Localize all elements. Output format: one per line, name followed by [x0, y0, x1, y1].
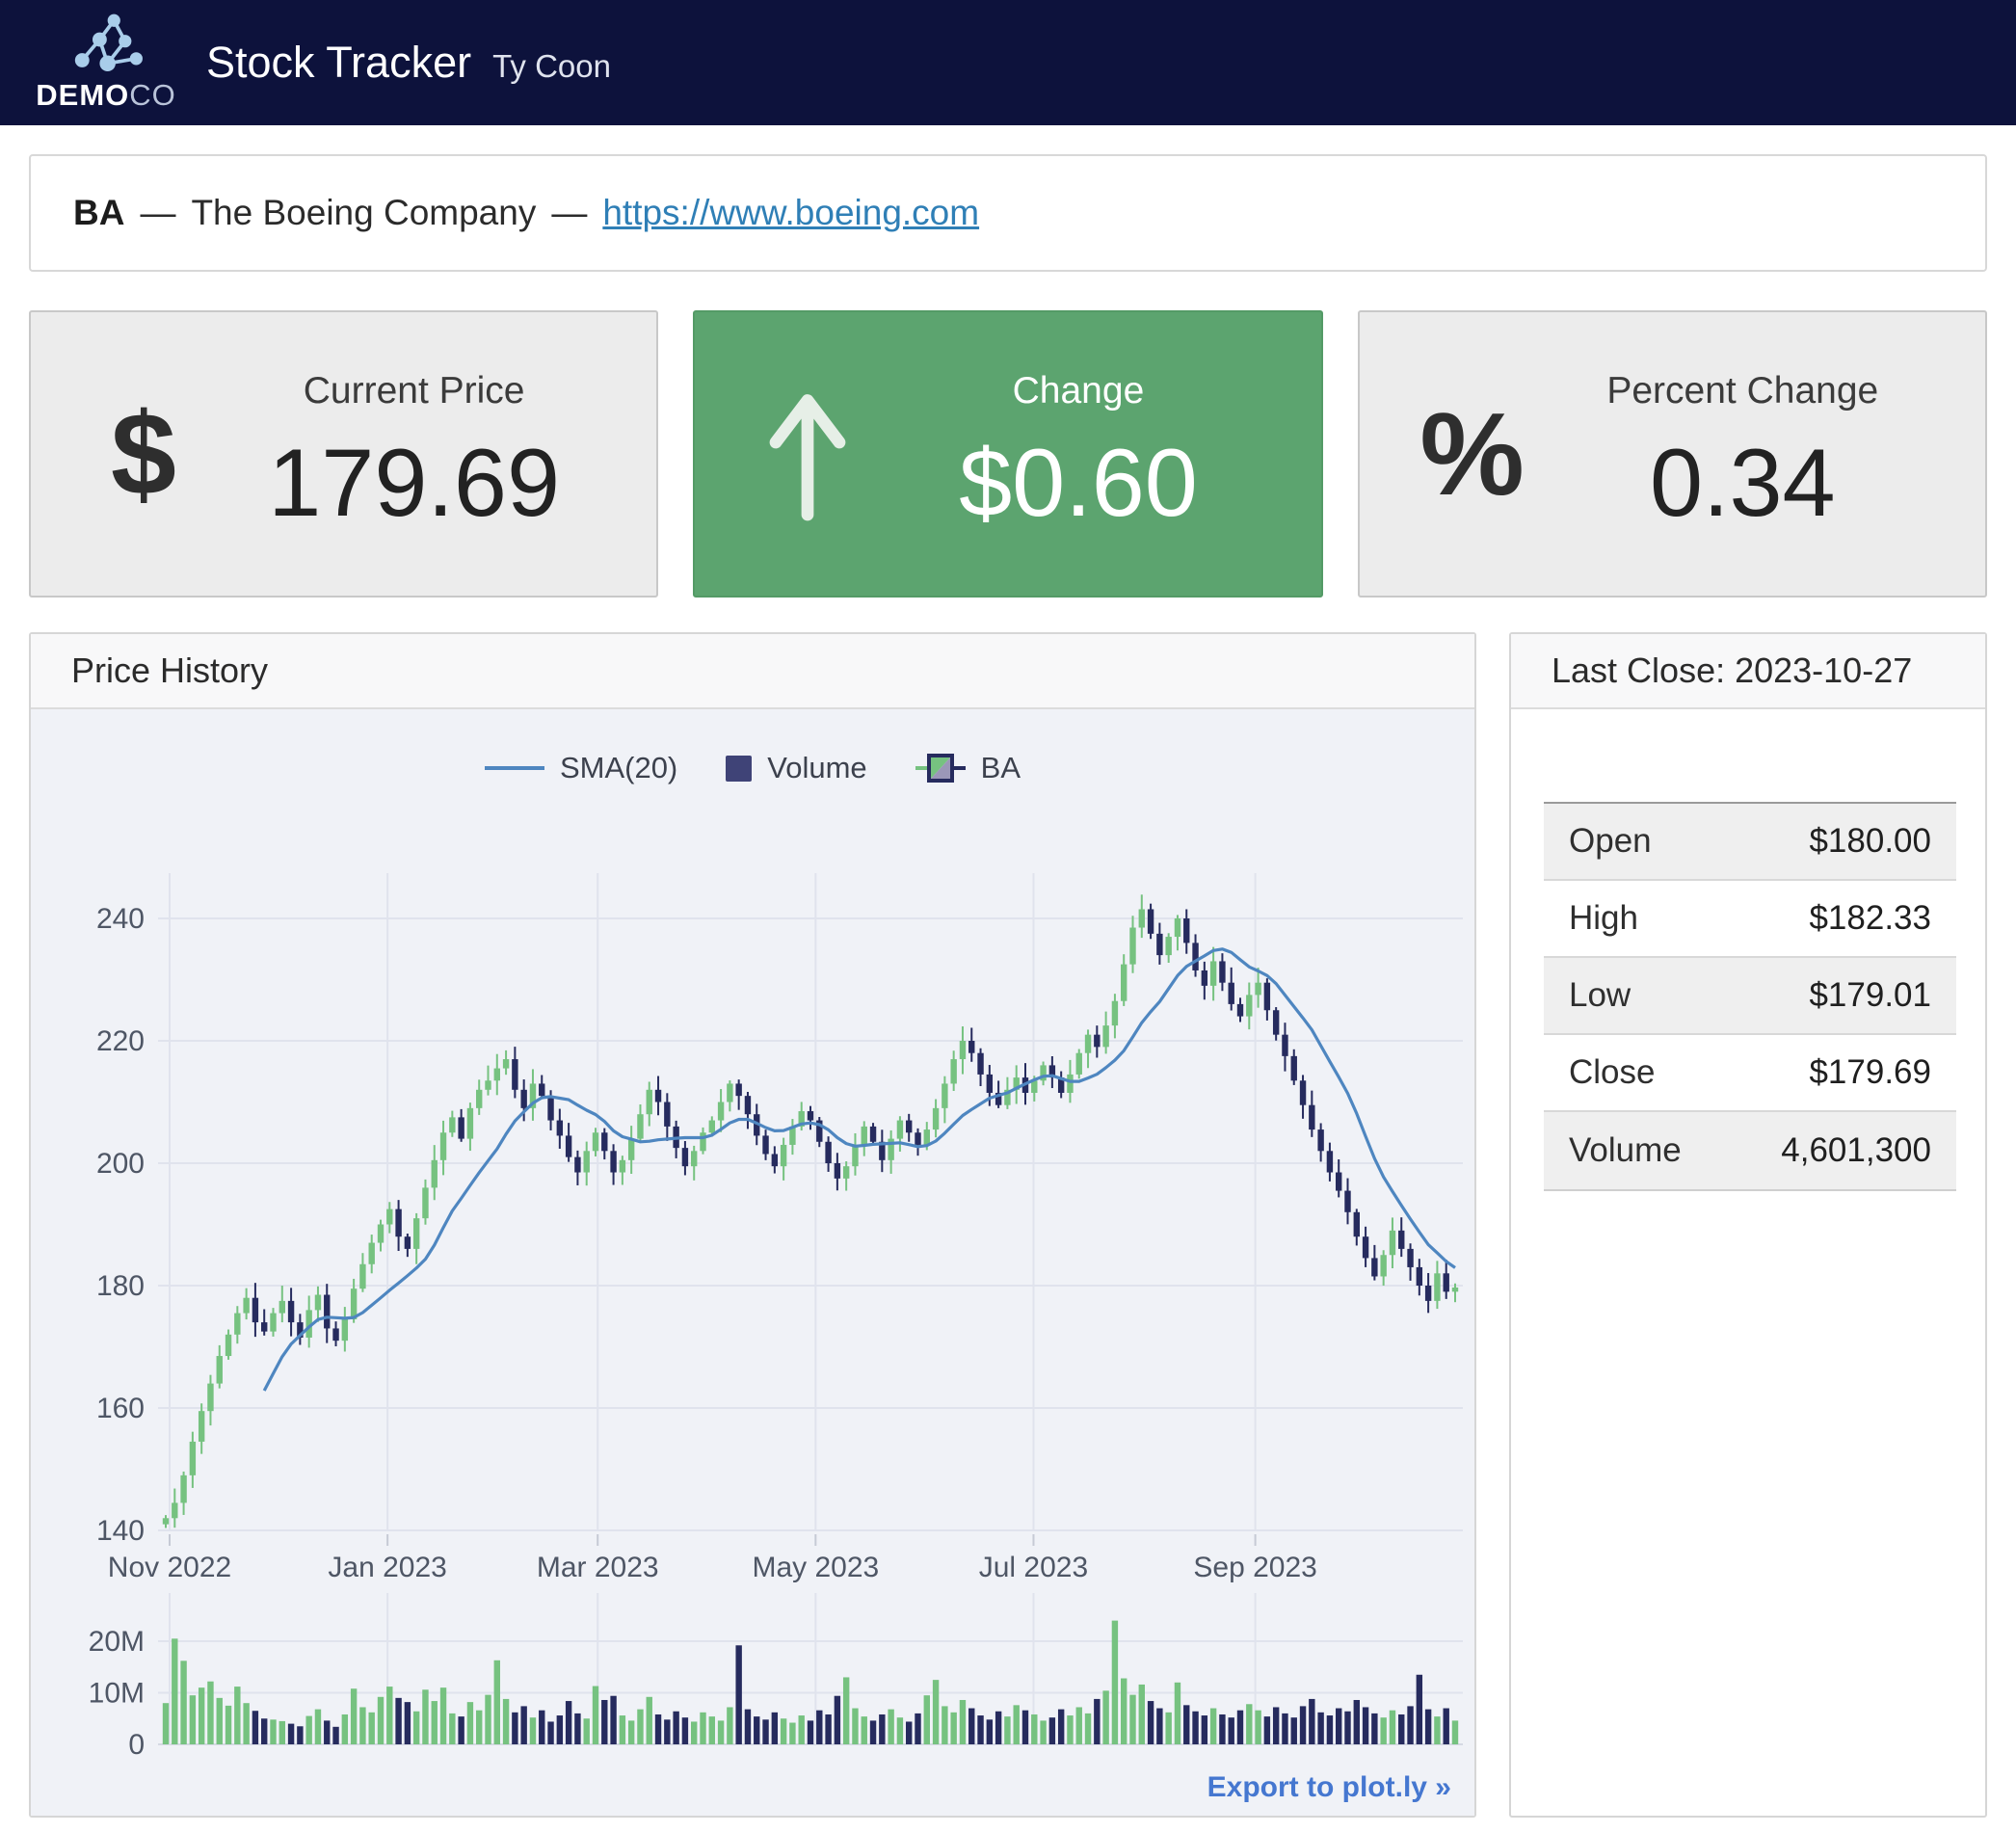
row-label: High: [1569, 899, 1638, 938]
svg-text:200: 200: [96, 1148, 145, 1180]
last-close-panel: Last Close: 2023-10-27 Open $180.00 High…: [1509, 632, 1987, 1818]
change-label: Change: [1013, 370, 1145, 412]
table-row-open: Open $180.00: [1544, 804, 1956, 881]
svg-text:220: 220: [96, 1025, 145, 1057]
change-value: $0.60: [959, 428, 1198, 538]
ticker-symbol: BA: [73, 193, 124, 233]
table-row-low: Low $179.01: [1544, 958, 1956, 1035]
table-row-volume: Volume 4,601,300: [1544, 1112, 1956, 1189]
percent-change-value: 0.34: [1650, 428, 1836, 538]
current-price-value: 179.69: [268, 428, 560, 538]
price-history-panel: Price History SMA(20) Volume: [29, 632, 1476, 1818]
logo-wordmark: DEMOCO: [36, 78, 176, 113]
svg-text:180: 180: [96, 1270, 145, 1302]
price-chart-svg: 140 160 180 200 220 240 0 10M 20M Nov 2022 Jan 202…: [31, 709, 1474, 1816]
legend-item-sma[interactable]: SMA(20): [485, 751, 677, 785]
row-value: 4,601,300: [1781, 1131, 1931, 1170]
svg-text:240: 240: [96, 903, 145, 935]
row-label: Open: [1569, 822, 1652, 861]
legend-volume-label: Volume: [767, 751, 866, 785]
company-logo: DEMOCO: [42, 13, 170, 113]
current-price-card: $ Current Price 179.69: [29, 310, 658, 598]
chart-legend: SMA(20) Volume BA: [31, 750, 1474, 786]
svg-text:140: 140: [96, 1515, 145, 1547]
row-value: $179.01: [1809, 976, 1931, 1015]
page-subtitle: Ty Coon: [492, 40, 611, 85]
sma-line-swatch: [485, 766, 544, 770]
main-content: Price History SMA(20) Volume: [29, 632, 1987, 1818]
last-close-header: Last Close: 2023-10-27: [1511, 634, 1985, 709]
dollar-icon: $: [73, 386, 214, 521]
price-chart: SMA(20) Volume BA 140 160: [31, 709, 1474, 1816]
percent-change-label: Percent Change: [1606, 370, 1878, 412]
logo-wordmark-bold: DEMO: [36, 78, 129, 112]
table-row-close: Close $179.69: [1544, 1035, 1956, 1112]
legend-item-volume[interactable]: Volume: [726, 751, 866, 785]
row-label: Volume: [1569, 1131, 1682, 1170]
row-label: Close: [1569, 1053, 1655, 1092]
percent-icon: %: [1402, 386, 1543, 521]
row-value: $179.69: [1809, 1053, 1931, 1092]
app-header: DEMOCO Stock Tracker Ty Coon: [0, 0, 2016, 125]
stats-row: $ Current Price 179.69 Change $0.60 % Pe…: [29, 310, 1987, 598]
arrow-up-icon: [737, 382, 878, 526]
svg-text:Jul 2023: Jul 2023: [979, 1552, 1088, 1583]
legend-item-ba[interactable]: BA: [915, 750, 1021, 786]
svg-text:Jan 2023: Jan 2023: [328, 1552, 446, 1583]
company-name: The Boeing Company: [191, 193, 536, 233]
ohlc-table: Open $180.00 High $182.33 Low $179.01 Cl…: [1544, 802, 1956, 1191]
logo-wordmark-light: CO: [129, 78, 176, 112]
svg-text:0: 0: [128, 1729, 145, 1761]
current-price-label: Current Price: [304, 370, 525, 412]
svg-text:10M: 10M: [89, 1678, 145, 1710]
candlestick-swatch: [915, 750, 966, 786]
page-title: Stock Tracker: [206, 38, 471, 88]
volume-swatch: [726, 756, 752, 782]
svg-text:160: 160: [96, 1393, 145, 1424]
dash-separator: —: [140, 193, 175, 233]
svg-text:Nov 2022: Nov 2022: [108, 1552, 231, 1583]
price-history-header: Price History: [31, 634, 1474, 709]
row-value: $180.00: [1809, 822, 1931, 861]
svg-text:Mar 2023: Mar 2023: [537, 1552, 659, 1583]
table-row-high: High $182.33: [1544, 881, 1956, 958]
export-plotly-link[interactable]: Export to plot.ly »: [1207, 1771, 1451, 1804]
legend-ba-label: BA: [981, 751, 1021, 785]
ticker-info-bar: BA — The Boeing Company — https://www.bo…: [29, 154, 1987, 272]
svg-text:Sep 2023: Sep 2023: [1193, 1552, 1316, 1583]
legend-sma-label: SMA(20): [560, 751, 677, 785]
company-url-link[interactable]: https://www.boeing.com: [602, 193, 979, 233]
svg-text:20M: 20M: [89, 1626, 145, 1658]
row-value: $182.33: [1809, 899, 1931, 938]
change-card: Change $0.60: [693, 310, 1322, 598]
dash-separator: —: [551, 193, 587, 233]
molecule-logo-icon: [66, 13, 146, 76]
percent-change-card: % Percent Change 0.34: [1358, 310, 1987, 598]
svg-text:May 2023: May 2023: [752, 1552, 879, 1583]
row-label: Low: [1569, 976, 1631, 1015]
